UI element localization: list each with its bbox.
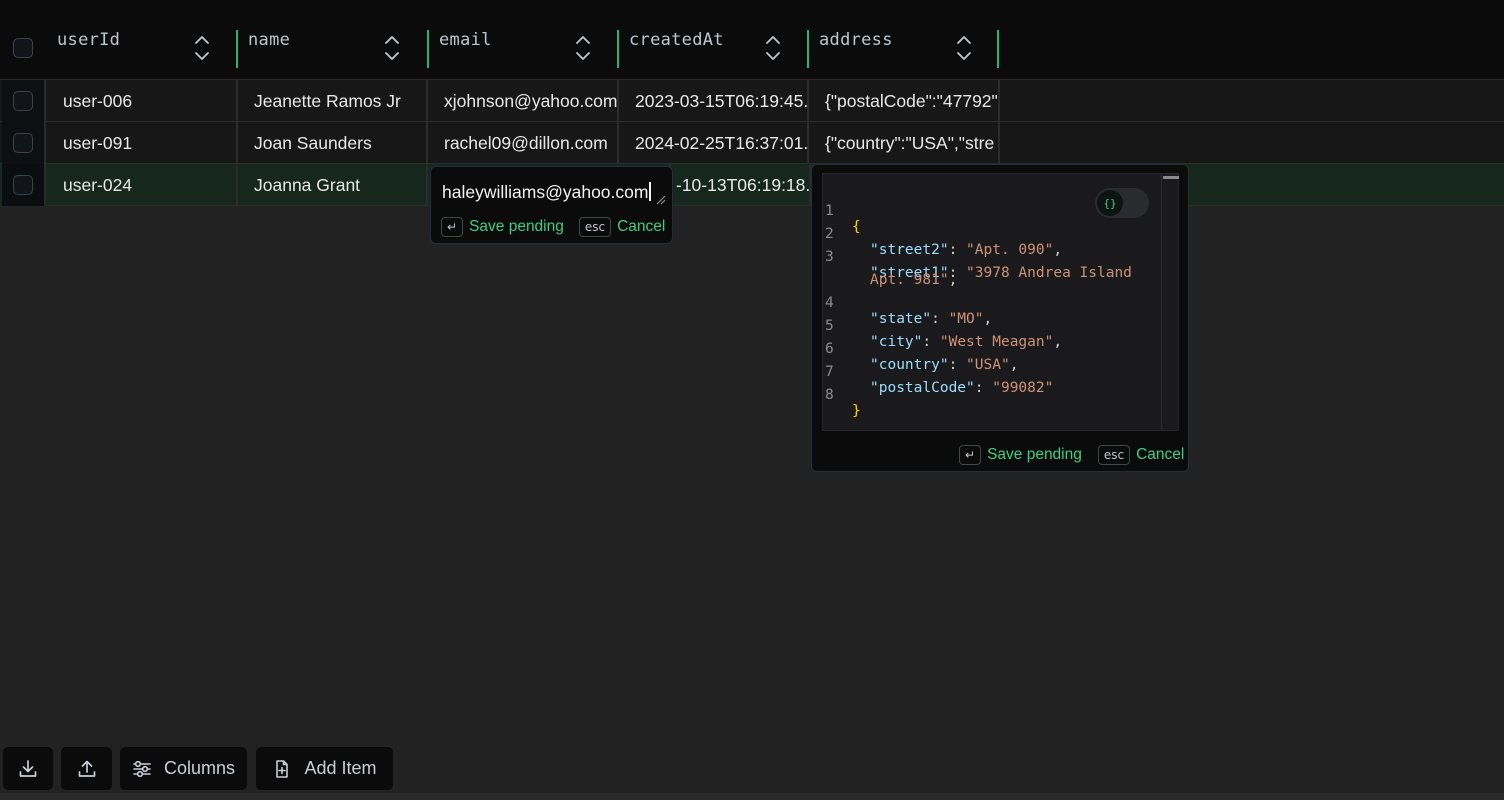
cell-userid[interactable]: user-006 bbox=[46, 80, 238, 122]
cancel-label: Cancel bbox=[1136, 446, 1185, 463]
cell-address[interactable]: {"postalCode":"47792" bbox=[809, 80, 1000, 122]
email-edit-value: haleywilliams@yahoo.com bbox=[442, 182, 649, 202]
cell-address[interactable]: {"country":"USA","stre bbox=[809, 122, 1000, 164]
column-header-label: name bbox=[248, 30, 291, 50]
row-checkbox[interactable] bbox=[13, 133, 33, 153]
save-pending-button[interactable]: ↵ Save pending bbox=[441, 217, 564, 237]
download-icon bbox=[19, 759, 37, 777]
json-code-area[interactable]: 1 { 2 "street2": "Apt. 090", 3 "street1"… bbox=[822, 173, 1179, 431]
columns-label: Columns bbox=[163, 758, 236, 778]
resize-handle-icon[interactable] bbox=[656, 195, 666, 205]
cancel-button[interactable]: esc Cancel bbox=[1097, 445, 1185, 465]
column-header-label: userId bbox=[57, 30, 121, 50]
sort-icon[interactable] bbox=[575, 34, 591, 62]
json-value: "MO" bbox=[948, 311, 984, 327]
table-row[interactable]: user-006 Jeanette Ramos Jr xjohnson@yaho… bbox=[0, 80, 1504, 122]
footer-toolbar: Columns Add Item bbox=[0, 745, 1504, 800]
table-row-selected[interactable]: user-024 Joanna Grant -10-13T06:19:18. bbox=[0, 164, 1504, 206]
add-item-label: Add Item bbox=[304, 758, 377, 778]
column-header-label: createdAt bbox=[629, 30, 724, 50]
cell-createdat[interactable]: 2023-03-15T06:19:45. bbox=[619, 80, 809, 122]
column-resize-handle[interactable] bbox=[997, 30, 999, 68]
column-header-label: email bbox=[439, 30, 492, 50]
row-select-cell[interactable] bbox=[2, 122, 46, 164]
vertical-scrollbar[interactable] bbox=[1161, 174, 1179, 430]
save-pending-label: Save pending bbox=[987, 446, 1082, 463]
sort-icon[interactable] bbox=[956, 34, 972, 62]
sort-icon[interactable] bbox=[765, 34, 781, 62]
save-pending-label: Save pending bbox=[469, 218, 564, 235]
cell-name[interactable]: Joanna Grant bbox=[238, 164, 428, 206]
cell-createdat[interactable]: -10-13T06:19:18. bbox=[671, 164, 811, 206]
sort-icon[interactable] bbox=[194, 34, 210, 62]
upload-button[interactable] bbox=[61, 747, 112, 790]
cell-email[interactable]: rachel09@dillon.com bbox=[428, 122, 619, 164]
row-select-cell[interactable] bbox=[2, 80, 46, 122]
enter-key-hint: ↵ bbox=[441, 217, 464, 237]
json-close-brace: } bbox=[852, 403, 861, 419]
line-number: 8 bbox=[825, 387, 834, 403]
column-resize-handle[interactable] bbox=[617, 30, 619, 68]
cell-name[interactable]: Jeanette Ramos Jr bbox=[238, 80, 428, 122]
cell-createdat[interactable]: 2024-02-25T16:37:01. bbox=[619, 122, 809, 164]
cell-userid[interactable]: user-024 bbox=[46, 164, 238, 206]
grid-header: userId name email createdAt address bbox=[0, 0, 1504, 80]
esc-key-hint: esc bbox=[578, 217, 612, 237]
scrollbar-thumb[interactable] bbox=[1163, 176, 1179, 179]
address-json-editor: 1 { 2 "street2": "Apt. 090", 3 "street1"… bbox=[811, 164, 1189, 472]
data-grid: userId name email createdAt address user… bbox=[0, 0, 1504, 745]
column-header-userid[interactable]: userId bbox=[57, 0, 237, 80]
upload-icon bbox=[78, 760, 95, 777]
json-value: "Apt. 090" bbox=[966, 242, 1054, 258]
select-all-checkbox[interactable] bbox=[13, 38, 33, 58]
cell-name[interactable]: Joan Saunders bbox=[238, 122, 428, 164]
cell-email[interactable]: xjohnson@yahoo.com bbox=[428, 80, 619, 122]
esc-key-hint: esc bbox=[1097, 445, 1131, 465]
sort-icon[interactable] bbox=[384, 34, 400, 62]
row-select-cell[interactable] bbox=[2, 164, 46, 206]
row-checkbox[interactable] bbox=[13, 91, 33, 111]
json-value: "3978 Andrea Island bbox=[966, 265, 1132, 281]
json-value: "West Meagan" bbox=[939, 334, 1054, 350]
download-button[interactable] bbox=[3, 747, 53, 790]
add-item-button[interactable]: Add Item bbox=[256, 747, 393, 790]
cell-userid[interactable]: user-091 bbox=[46, 122, 238, 164]
bottom-strip bbox=[0, 793, 1504, 800]
text-caret bbox=[649, 182, 652, 201]
column-resize-handle[interactable] bbox=[427, 30, 429, 68]
row-checkbox[interactable] bbox=[13, 175, 33, 195]
table-row[interactable]: user-091 Joan Saunders rachel09@dillon.c… bbox=[0, 122, 1504, 164]
file-plus-icon bbox=[276, 759, 289, 778]
email-edit-input[interactable]: haleywilliams@yahoo.com bbox=[433, 169, 670, 209]
cancel-button[interactable]: esc Cancel bbox=[578, 217, 666, 237]
format-json-toggle[interactable]: {} bbox=[1095, 188, 1149, 218]
email-cell-editor: haleywilliams@yahoo.com ↵ Save pending e… bbox=[430, 166, 673, 244]
column-resize-handle[interactable] bbox=[807, 30, 809, 68]
cancel-label: Cancel bbox=[617, 218, 666, 235]
json-value: "99082" bbox=[992, 380, 1054, 396]
sliders-icon bbox=[133, 760, 151, 777]
enter-key-hint: ↵ bbox=[959, 445, 982, 465]
json-value: "USA" bbox=[966, 357, 1010, 373]
save-pending-button[interactable]: ↵ Save pending bbox=[959, 445, 1082, 465]
column-header-label: address bbox=[819, 30, 893, 50]
braces-icon: {} bbox=[1097, 190, 1123, 216]
column-resize-handle[interactable] bbox=[236, 30, 238, 68]
columns-button[interactable]: Columns bbox=[120, 747, 247, 790]
